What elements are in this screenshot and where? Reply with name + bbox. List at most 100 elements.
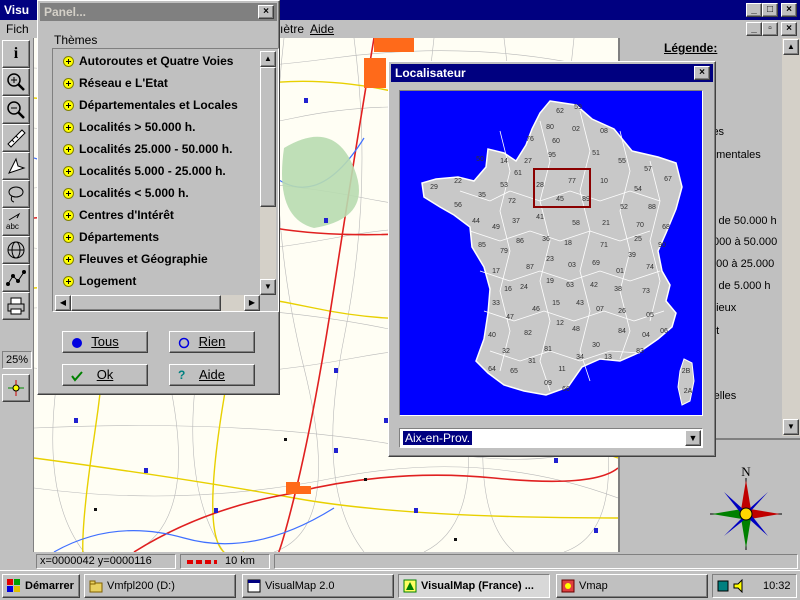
theme-item[interactable]: Logement [63, 271, 136, 291]
system-tray: 10:32 [712, 574, 797, 598]
department-number: 21 [602, 220, 610, 227]
france-locator-map[interactable]: 62 59 80 02 08 76 60 14 50 27 95 51 55 57 67 29 22 35 53 61… [399, 90, 703, 416]
department-number: 05 [646, 312, 654, 319]
tray-app-icon[interactable] [717, 579, 729, 593]
localisateur-titlebar[interactable]: Localisateur × [391, 64, 713, 82]
theme-item[interactable]: Localités 5.000 - 25.000 h. [63, 161, 226, 181]
scroll-thumb[interactable] [260, 67, 276, 207]
expand-plus-icon[interactable] [63, 275, 74, 287]
doc-minimize-button[interactable]: _ [746, 22, 762, 36]
department-number: 16 [504, 286, 512, 293]
move-tool[interactable] [2, 152, 30, 180]
department-number: 88 [648, 204, 656, 211]
route-tool[interactable] [2, 264, 30, 292]
expand-plus-icon[interactable] [63, 253, 74, 265]
themes-label: Thèmes [54, 33, 98, 47]
lasso-tool[interactable] [2, 180, 30, 208]
scroll-left-button[interactable]: ◀ [55, 295, 71, 311]
chevron-down-icon[interactable]: ▼ [685, 430, 701, 446]
task-visualmap-france[interactable]: VisualMap (France) ... [398, 574, 550, 598]
theme-item[interactable]: Localités 25.000 - 50.000 h. [63, 139, 232, 159]
department-number: 36 [542, 236, 550, 243]
department-number: 82 [524, 330, 532, 337]
department-number: 27 [524, 158, 532, 165]
theme-label: Départements [79, 230, 160, 244]
expand-plus-icon[interactable] [63, 209, 74, 221]
theme-item[interactable]: Départements [63, 227, 159, 247]
theme-item[interactable]: Centres d'Intérêt [63, 205, 174, 225]
zoom-in-tool[interactable] [2, 68, 30, 96]
task-vmap[interactable]: Vmap [556, 574, 708, 598]
windows-logo-icon [7, 579, 20, 592]
scroll-down-button[interactable]: ▼ [260, 279, 276, 295]
move-icon [8, 157, 26, 174]
coordinates-readout: x=0000042 y=0000116 [36, 554, 176, 569]
start-button[interactable]: Démarrer [2, 574, 80, 598]
ok-button[interactable]: Ok [62, 364, 148, 386]
themes-horizontal-scrollbar[interactable]: ◀ ▶ [55, 295, 260, 311]
theme-item[interactable]: Fleuves et Géographie [63, 249, 208, 269]
scroll-up-button[interactable]: ▲ [783, 39, 799, 55]
maximize-button[interactable]: □ [762, 3, 778, 17]
theme-item[interactable]: Autoroutes et Quatre Voies [63, 51, 233, 71]
expand-plus-icon[interactable] [63, 77, 74, 89]
panel-close-button[interactable]: × [258, 5, 274, 19]
doc-restore-button[interactable]: ▫ [762, 22, 778, 36]
ok-label: Ok [96, 367, 114, 382]
theme-item[interactable]: Localités > 50.000 h. [63, 117, 195, 137]
department-number: 22 [454, 178, 462, 185]
text-label-tool[interactable]: abc [2, 208, 30, 236]
tous-button[interactable]: Tous [62, 331, 148, 353]
rien-button[interactable]: Rien [169, 331, 255, 353]
department-number: 39 [628, 252, 636, 259]
department-number: 87 [526, 264, 534, 271]
zoom-out-tool[interactable] [2, 96, 30, 124]
expand-plus-icon[interactable] [63, 187, 74, 199]
task-visualmap-2[interactable]: VisualMap 2.0 [242, 574, 394, 598]
close-button[interactable]: × [781, 3, 797, 17]
ruler-tool[interactable] [2, 124, 30, 152]
legend-scrollbar[interactable]: ▲ ▼ [782, 38, 800, 436]
clock[interactable]: 10:32 [763, 575, 791, 597]
print-tool[interactable] [2, 292, 30, 320]
department-number: 2B [682, 368, 691, 375]
menu-parametre[interactable]: ıètre [280, 22, 304, 36]
expand-plus-icon[interactable] [63, 165, 74, 177]
theme-label: Localités 25.000 - 50.000 h. [79, 142, 233, 156]
expand-plus-icon[interactable] [63, 55, 74, 67]
globe-tool[interactable] [2, 236, 30, 264]
menu-aide[interactable]: Aide [310, 22, 334, 36]
city-select[interactable]: Aix-en-Prov. ▼ [399, 428, 703, 448]
localisateur-close-button[interactable]: × [694, 66, 710, 80]
scroll-up-button[interactable]: ▲ [260, 51, 276, 67]
volume-icon[interactable] [733, 579, 747, 593]
expand-plus-icon[interactable] [63, 231, 74, 243]
expand-plus-icon[interactable] [63, 99, 74, 111]
themes-list: Autoroutes et Quatre Voies Réseau e L'Et… [52, 48, 279, 312]
scroll-down-button[interactable]: ▼ [783, 419, 799, 435]
minimize-button[interactable]: _ [746, 3, 762, 17]
info-tool[interactable]: i [2, 40, 30, 68]
theme-item[interactable]: Réseau e L'Etat [63, 73, 168, 93]
vmap-app-icon [561, 579, 575, 593]
ruler-icon [7, 129, 26, 148]
scroll-thumb[interactable] [71, 295, 221, 311]
scroll-right-button[interactable]: ▶ [244, 295, 260, 311]
legend-title: Légende: [664, 41, 718, 55]
theme-item[interactable]: Localités < 5.000 h. [63, 183, 189, 203]
expand-plus-icon[interactable] [63, 121, 74, 133]
task-vmfpl200[interactable]: Vmfpl200 (D:) [84, 574, 236, 598]
menu-fichier[interactable]: Fich [6, 22, 29, 36]
legend-item: 000 à 25.000 [710, 258, 775, 270]
panel-titlebar[interactable]: Panel... × [40, 3, 277, 21]
theme-item[interactable]: Départementales et Locales [63, 95, 238, 115]
expand-plus-icon[interactable] [63, 143, 74, 155]
themes-vertical-scrollbar[interactable]: ▲ ▼ [260, 51, 276, 295]
compass-tool[interactable] [2, 374, 30, 402]
department-number: 38 [614, 286, 622, 293]
aide-button[interactable]: ? Aide [169, 364, 255, 386]
doc-close-button[interactable]: × [781, 22, 797, 36]
taskbar: Démarrer Vmfpl200 (D:) VisualMap 2.0 Vis… [0, 570, 800, 600]
department-number: 73 [642, 288, 650, 295]
panel-dialog: Panel... × Thèmes Autoroutes et Quatre V… [37, 0, 280, 395]
